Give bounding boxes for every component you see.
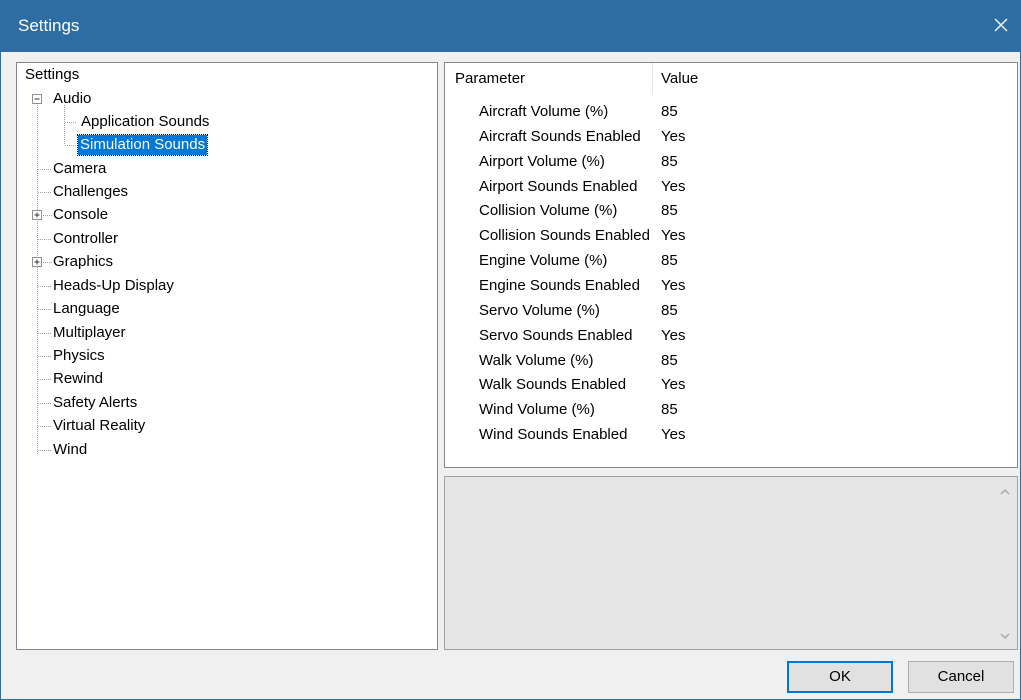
tree-item-rewind[interactable]: Rewind <box>51 369 105 389</box>
table-row[interactable]: Servo Volume (%) 85 <box>445 299 1017 324</box>
table-row[interactable]: Aircraft Volume (%) 85 <box>445 100 1017 125</box>
column-header-parameter[interactable]: Parameter <box>455 69 525 89</box>
parameter-value[interactable]: 85 <box>661 352 678 369</box>
tree-item-application-sounds[interactable]: Application Sounds <box>79 112 211 132</box>
parameter-value[interactable]: Yes <box>661 426 685 443</box>
parameter-name: Wind Volume (%) <box>479 401 595 419</box>
parameter-value[interactable]: Yes <box>661 178 685 195</box>
parameter-name: Engine Volume (%) <box>479 252 608 270</box>
parameter-value[interactable]: 85 <box>661 202 678 219</box>
table-row[interactable]: Engine Volume (%) 85 <box>445 249 1017 274</box>
parameter-name: Collision Sounds Enabled <box>479 227 650 245</box>
tree-item-wind[interactable]: Wind <box>51 440 89 460</box>
tree-item-multiplayer[interactable]: Multiplayer <box>51 323 128 343</box>
tree-item-settings[interactable]: Settings <box>23 65 81 85</box>
parameter-name: Walk Sounds Enabled <box>479 376 627 394</box>
tree-item-physics[interactable]: Physics <box>51 346 107 366</box>
parameter-value[interactable]: 85 <box>661 153 678 170</box>
parameter-value[interactable]: Yes <box>661 327 685 344</box>
chevron-down-icon[interactable] <box>999 631 1011 641</box>
tree-item-audio[interactable]: Audio <box>51 89 93 109</box>
table-row[interactable]: Aircraft Sounds Enabled Yes <box>445 125 1017 150</box>
parameter-value[interactable]: 85 <box>661 302 678 319</box>
tree-item-safety-alerts[interactable]: Safety Alerts <box>51 393 139 413</box>
parameter-name: Servo Volume (%) <box>479 301 600 319</box>
minus-box-icon[interactable] <box>32 94 43 105</box>
cancel-button[interactable]: Cancel <box>908 661 1014 693</box>
table-row[interactable]: Airport Volume (%) 85 <box>445 150 1017 175</box>
tree-item-language[interactable]: Language <box>51 299 122 319</box>
tree-item-heads-up-display[interactable]: Heads-Up Display <box>51 276 176 296</box>
title-bar: Settings <box>0 0 1021 52</box>
parameter-name: Airport Sounds Enabled <box>479 177 638 195</box>
parameter-value[interactable]: Yes <box>661 376 685 393</box>
table-row[interactable]: Wind Volume (%) 85 <box>445 398 1017 423</box>
plus-box-icon[interactable] <box>32 210 43 221</box>
parameter-name: Airport Volume (%) <box>479 152 605 170</box>
plus-box-icon[interactable] <box>32 257 43 268</box>
parameter-name: Walk Volume (%) <box>479 351 594 369</box>
table-row[interactable]: Collision Volume (%) 85 <box>445 199 1017 224</box>
tree-item-graphics[interactable]: Graphics <box>51 252 115 272</box>
parameter-name: Wind Sounds Enabled <box>479 426 628 444</box>
table-row[interactable]: Airport Sounds Enabled Yes <box>445 175 1017 200</box>
tree-item-simulation-sounds[interactable]: Simulation Sounds <box>76 134 209 156</box>
ok-button[interactable]: OK <box>787 661 893 693</box>
table-row[interactable]: Walk Volume (%) 85 <box>445 349 1017 374</box>
parameter-grid[interactable]: Parameter Value Aircraft Volume (%) 85 Air… <box>444 62 1018 468</box>
settings-tree[interactable]: Settings Audio Application Sounds Simula… <box>16 62 438 650</box>
parameter-name: Aircraft Volume (%) <box>479 103 609 120</box>
parameter-value[interactable]: Yes <box>661 227 685 244</box>
table-row[interactable]: Servo Sounds Enabled Yes <box>445 324 1017 349</box>
chevron-up-icon[interactable] <box>999 487 1011 497</box>
tree-item-challenges[interactable]: Challenges <box>51 182 130 202</box>
table-row[interactable]: Walk Sounds Enabled Yes <box>445 373 1017 398</box>
window-title: Settings <box>18 16 80 35</box>
close-icon[interactable] <box>989 13 1013 37</box>
table-row[interactable]: Wind Sounds Enabled Yes <box>445 423 1017 448</box>
parameter-value[interactable]: 85 <box>661 252 678 269</box>
parameter-name: Aircraft Sounds Enabled <box>479 127 641 145</box>
table-row[interactable]: Engine Sounds Enabled Yes <box>445 274 1017 299</box>
tree-item-camera[interactable]: Camera <box>51 159 108 179</box>
column-divider[interactable] <box>652 63 653 95</box>
table-row[interactable]: Collision Sounds Enabled Yes <box>445 224 1017 249</box>
tree-item-controller[interactable]: Controller <box>51 229 120 249</box>
parameter-value[interactable]: 85 <box>661 103 678 120</box>
column-header-value[interactable]: Value <box>661 69 698 89</box>
tree-item-console[interactable]: Console <box>51 205 110 225</box>
parameter-value[interactable]: 85 <box>661 401 678 418</box>
parameter-name: Engine Sounds Enabled <box>479 276 640 294</box>
parameter-value[interactable]: Yes <box>661 128 685 145</box>
parameter-value[interactable]: Yes <box>661 277 685 294</box>
tree-item-virtual-reality[interactable]: Virtual Reality <box>51 416 147 436</box>
description-panel <box>444 476 1018 650</box>
parameter-name: Collision Volume (%) <box>479 202 618 220</box>
parameter-name: Servo Sounds Enabled <box>479 326 633 344</box>
